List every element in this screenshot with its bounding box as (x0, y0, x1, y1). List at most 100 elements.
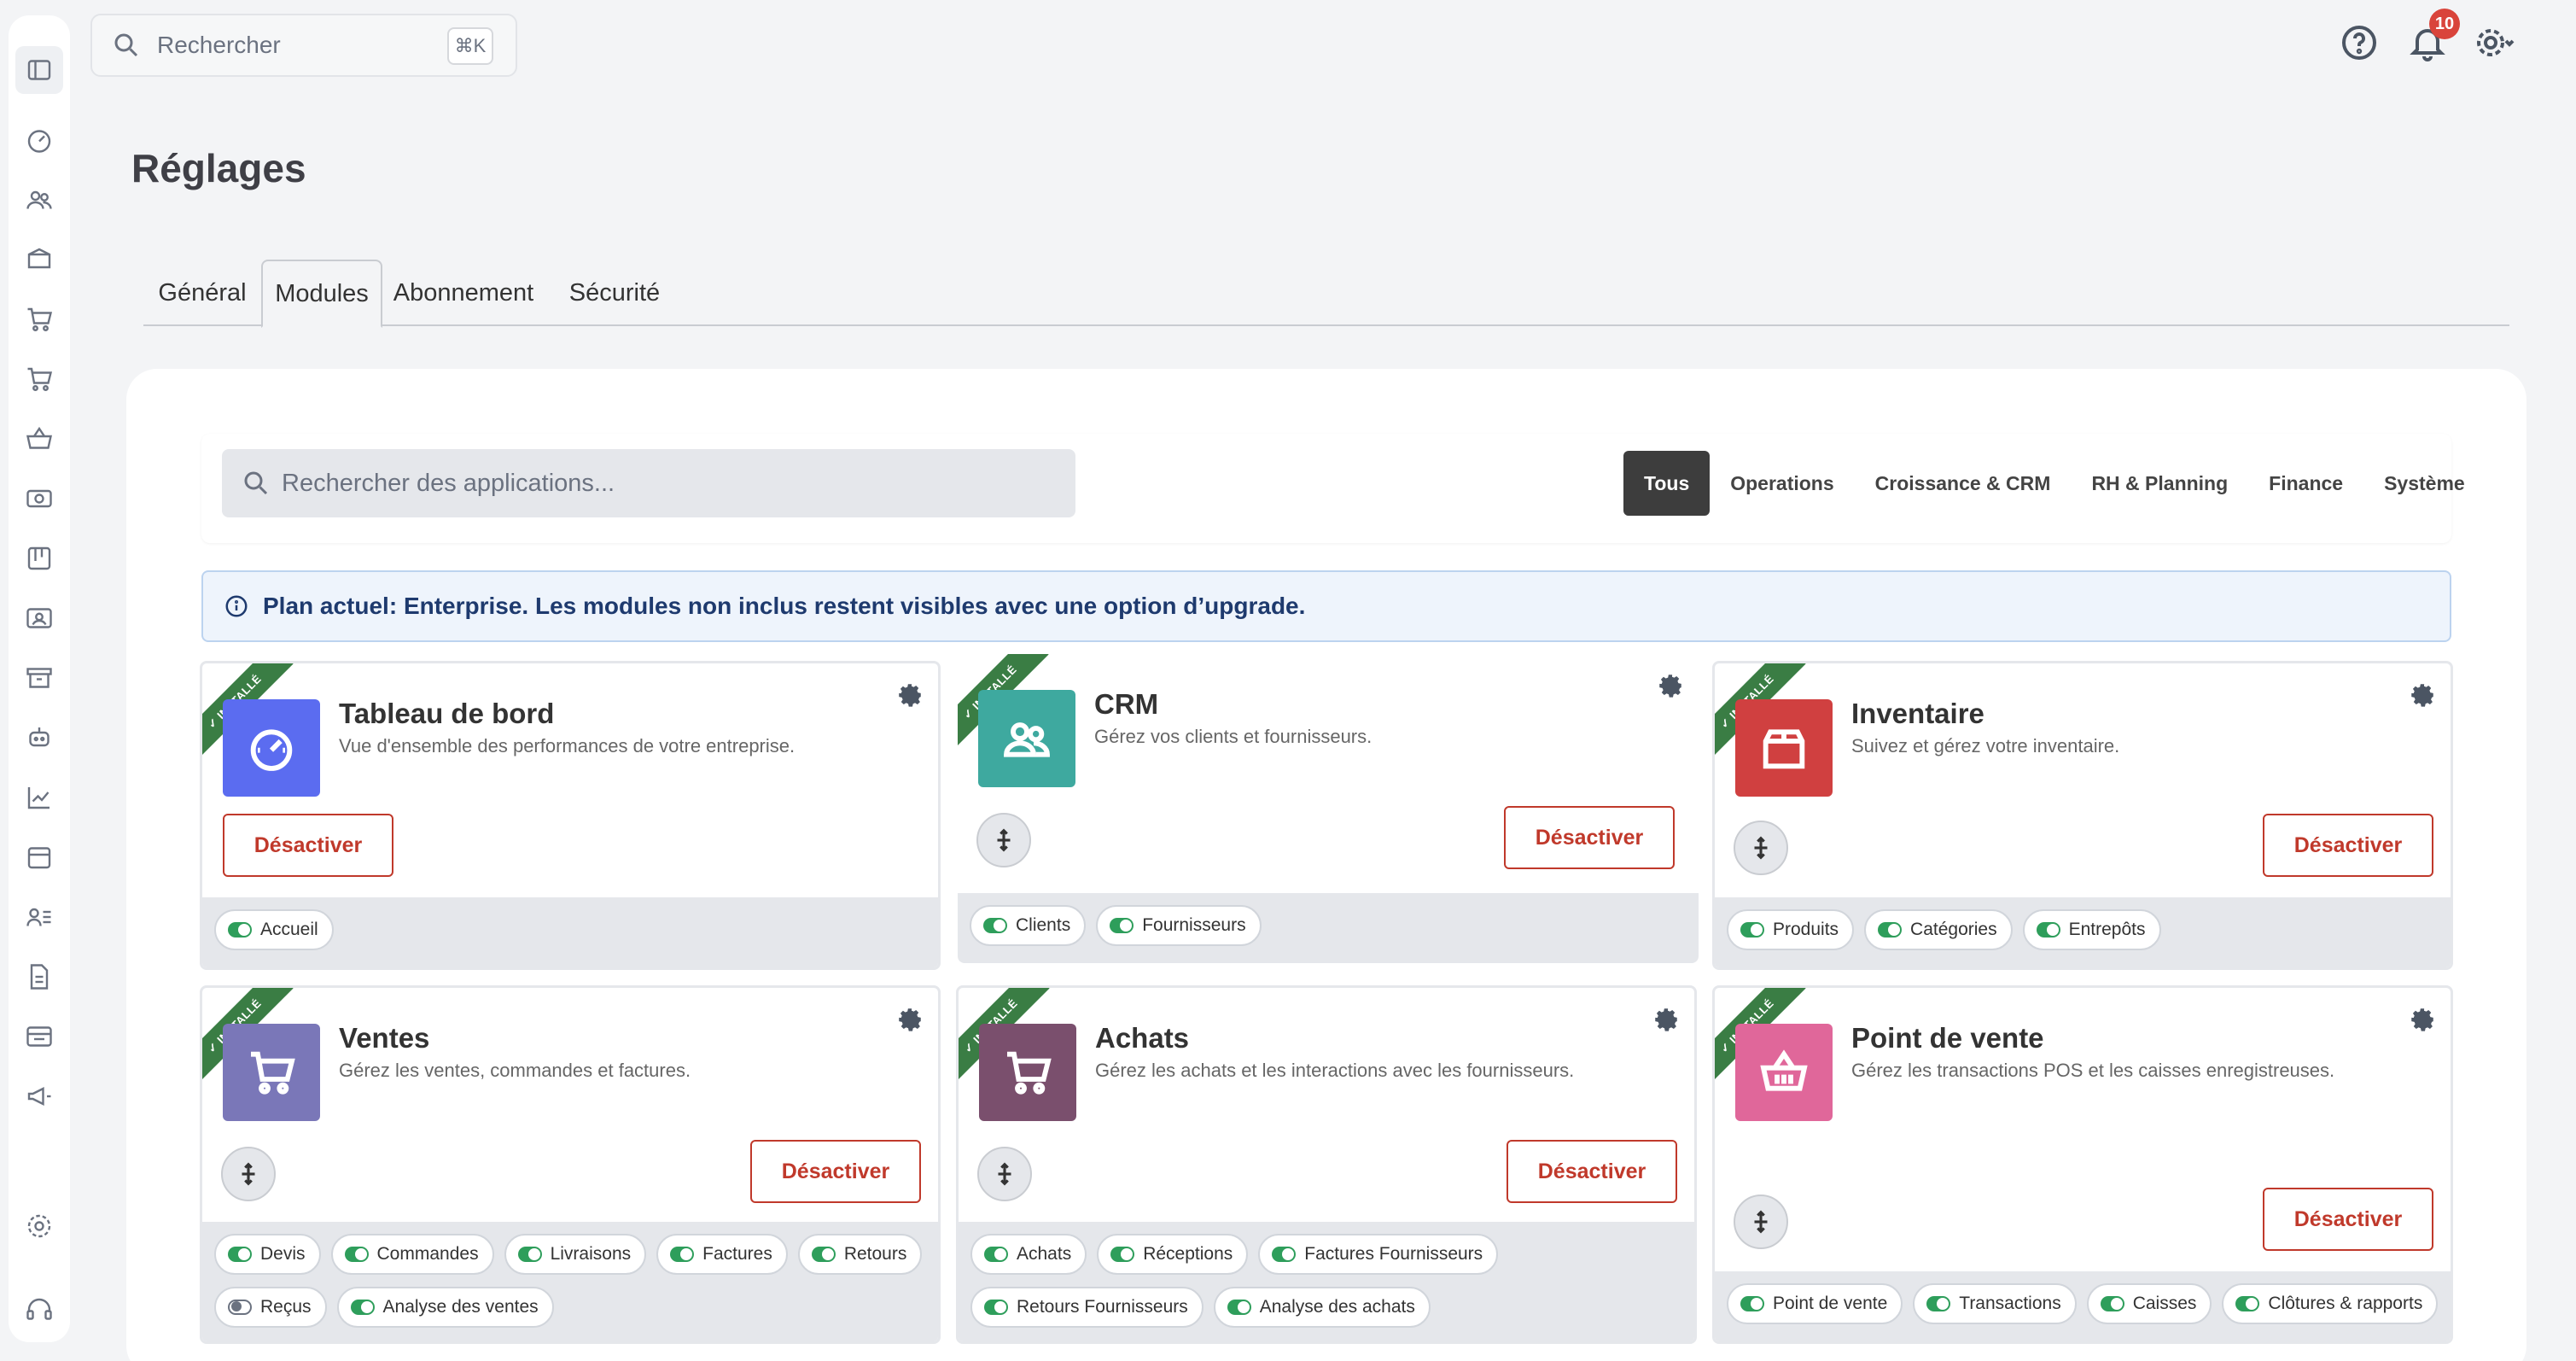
feature-label: Commandes (376, 1244, 479, 1264)
search-icon (244, 471, 268, 495)
cart-icon[interactable] (22, 302, 56, 336)
gear-icon[interactable] (1656, 671, 1685, 700)
filter-rh-planning[interactable]: RH & Planning (2071, 451, 2248, 516)
toggle-on-icon (517, 1247, 542, 1262)
feature-toggle-transactions[interactable]: Transactions (1913, 1283, 2077, 1324)
deactivate-button[interactable]: Désactiver (1507, 1140, 1677, 1203)
contact-card-icon[interactable] (22, 601, 56, 635)
users-icon[interactable] (22, 183, 56, 217)
module-features: Clients Fournisseurs (958, 893, 1699, 963)
archive-icon[interactable] (22, 661, 56, 695)
sidebar-toggle-icon[interactable] (15, 46, 63, 94)
gear-icon[interactable] (2408, 1005, 2437, 1034)
toggle-on-icon (228, 922, 252, 938)
feature-label: Produits (1773, 920, 1839, 939)
toggle-on-icon (984, 1300, 1008, 1315)
support-headset-icon[interactable] (22, 1293, 56, 1327)
feature-label: Livraisons (550, 1244, 632, 1264)
robot-icon[interactable] (22, 721, 56, 755)
collapse-toggle-button[interactable] (1734, 821, 1788, 875)
feature-toggle-commandes[interactable]: Commandes (330, 1234, 494, 1275)
gear-icon[interactable] (1652, 1005, 1681, 1034)
gear-icon[interactable] (895, 680, 924, 710)
chart-line-icon[interactable] (22, 780, 56, 815)
tab-securite[interactable]: Sécurité (543, 260, 686, 326)
help-icon[interactable] (2339, 22, 2380, 63)
feature-toggle-retours-fournisseurs[interactable]: Retours Fournisseurs (970, 1287, 1203, 1328)
module-features: Point de vente Transactions Caisses Clôt… (1715, 1271, 2451, 1341)
deactivate-button[interactable]: Désactiver (2263, 1188, 2433, 1251)
feature-toggle-analyse-ventes[interactable]: Analyse des ventes (336, 1287, 554, 1328)
feature-toggle-receptions[interactable]: Réceptions (1097, 1234, 1249, 1275)
feature-toggle-recus[interactable]: Reçus (214, 1287, 327, 1328)
plan-info-text: Plan actuel: Enterprise. Les modules non… (263, 593, 1306, 619)
collapse-toggle-button[interactable] (221, 1147, 276, 1201)
filter-tous[interactable]: Tous (1623, 451, 1711, 516)
tab-abonnement[interactable]: Abonnement (384, 260, 543, 326)
feature-toggle-achats[interactable]: Achats (970, 1234, 1087, 1275)
feature-label: Entrepôts (2068, 920, 2146, 939)
deactivate-button[interactable]: Désactiver (1504, 806, 1675, 869)
feature-toggle-analyse-achats[interactable]: Analyse des achats (1213, 1287, 1431, 1328)
sidebar (0, 0, 72, 1361)
deactivate-button[interactable]: Désactiver (223, 814, 393, 877)
feature-toggle-devis[interactable]: Devis (214, 1234, 321, 1275)
kanban-icon[interactable] (22, 541, 56, 575)
feature-toggle-categories[interactable]: Catégories (1864, 909, 2013, 950)
settings-icon[interactable] (22, 1209, 56, 1243)
megaphone-icon[interactable] (22, 1079, 56, 1113)
dashboard-icon[interactable] (22, 123, 56, 157)
module-card-tableau-de-bord: ✓ INSTALLÉ Tableau de bord Vue d'ensembl… (200, 661, 941, 970)
search-icon (114, 33, 138, 57)
document-icon[interactable] (22, 960, 56, 994)
collapse-toggle-button[interactable] (977, 1147, 1032, 1201)
purchase-cart-icon[interactable] (22, 362, 56, 396)
feature-label: Analyse des ventes (382, 1297, 539, 1317)
feature-toggle-livraisons[interactable]: Livraisons (504, 1234, 647, 1275)
feature-toggle-fournisseurs[interactable]: Fournisseurs (1096, 905, 1262, 946)
feature-toggle-clients[interactable]: Clients (970, 905, 1087, 946)
filter-croissance-crm[interactable]: Croissance & CRM (1855, 451, 2072, 516)
filter-finance[interactable]: Finance (2248, 451, 2363, 516)
basket-icon[interactable] (22, 422, 56, 456)
toggle-on-icon (1110, 918, 1134, 933)
app-search[interactable]: Rechercher des applications... (222, 449, 1075, 517)
global-search[interactable]: Rechercher ⌘K (90, 14, 517, 77)
module-title: Tableau de bord (339, 698, 555, 729)
module-card-point-de-vente: ✓ INSTALLÉ Point de vente Gérez les tran… (1712, 985, 2453, 1344)
filter-systeme[interactable]: Système (2363, 451, 2486, 516)
feature-toggle-produits[interactable]: Produits (1727, 909, 1855, 950)
feature-toggle-factures-fournisseurs[interactable]: Factures Fournisseurs (1258, 1234, 1499, 1275)
calendar-icon[interactable] (22, 840, 56, 874)
box-icon[interactable] (22, 242, 56, 277)
cash-icon[interactable] (22, 482, 56, 516)
feature-toggle-clotures-rapports[interactable]: Clôtures & rapports (2222, 1283, 2439, 1324)
tab-modules[interactable]: Modules (261, 260, 382, 328)
deactivate-button[interactable]: Désactiver (750, 1140, 921, 1203)
feature-toggle-retours[interactable]: Retours (797, 1234, 923, 1275)
module-description: Gérez vos clients et fournisseurs. (1094, 726, 1373, 747)
feature-label: Accueil (260, 920, 318, 939)
box-icon (1735, 699, 1833, 797)
feature-toggle-caisses[interactable]: Caisses (2086, 1283, 2212, 1324)
user-list-icon[interactable] (22, 900, 56, 934)
gauge-icon (223, 699, 320, 797)
gear-icon[interactable] (2408, 680, 2437, 710)
module-description: Gérez les achats et les interactions ave… (1095, 1060, 1575, 1081)
feature-toggle-entrepots[interactable]: Entrepôts (2022, 909, 2161, 950)
feature-toggle-point-de-vente[interactable]: Point de vente (1727, 1283, 1903, 1324)
feature-toggle-factures[interactable]: Factures (656, 1234, 788, 1275)
planning-icon[interactable] (22, 1019, 56, 1054)
settings-menu-icon[interactable] (2474, 22, 2515, 63)
module-features: Achats Réceptions Factures Fournisseurs … (959, 1222, 1694, 1341)
global-search-input[interactable]: Rechercher (157, 32, 281, 59)
app-search-input[interactable]: Rechercher des applications... (282, 470, 615, 498)
tab-general[interactable]: Général (143, 260, 261, 326)
collapse-toggle-button[interactable] (976, 813, 1031, 867)
collapse-toggle-button[interactable] (1734, 1195, 1788, 1249)
feature-toggle-accueil[interactable]: Accueil (214, 909, 334, 950)
deactivate-button[interactable]: Désactiver (2263, 814, 2433, 877)
toggle-on-icon (1740, 1296, 1764, 1311)
filter-operations[interactable]: Operations (1710, 451, 1854, 516)
gear-icon[interactable] (895, 1005, 924, 1034)
